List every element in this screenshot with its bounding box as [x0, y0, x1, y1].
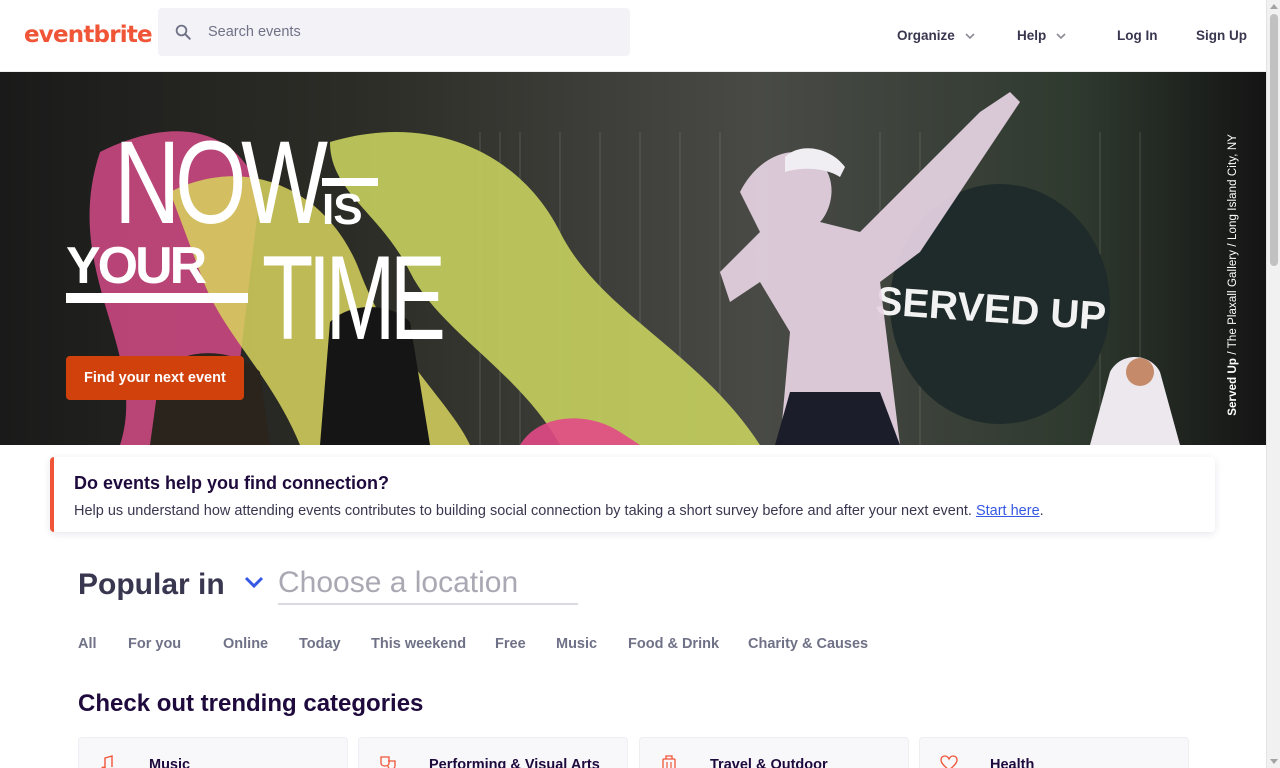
top-header: eventbrite Organize Help Log In Sign Up: [0, 0, 1266, 72]
nav-help[interactable]: Help: [1017, 28, 1066, 43]
category-card-music[interactable]: Music: [78, 737, 348, 768]
search-bar[interactable]: [158, 8, 630, 56]
page-scrollbar[interactable]: [1266, 0, 1280, 768]
category-card-performing-arts[interactable]: Performing & Visual Arts: [358, 737, 628, 768]
popular-in-label: Popular in: [78, 568, 225, 601]
chevron-down-icon[interactable]: [244, 574, 264, 590]
tab-charity-causes[interactable]: Charity & Causes: [748, 636, 868, 652]
search-icon: [175, 24, 191, 40]
login-link[interactable]: Log In: [1117, 28, 1158, 43]
hero-headline-is: IS: [322, 185, 363, 234]
tab-music[interactable]: Music: [556, 636, 597, 652]
survey-banner: Do events help you find connection? Help…: [50, 457, 1215, 532]
scroll-down-arrow[interactable]: [1270, 759, 1278, 764]
tab-this-weekend[interactable]: This weekend: [371, 636, 466, 652]
category-label: Performing & Visual Arts: [429, 757, 600, 768]
find-next-event-button[interactable]: Find your next event: [66, 356, 244, 400]
category-card-health[interactable]: Health: [919, 737, 1189, 768]
nav-organize[interactable]: Organize: [897, 28, 975, 43]
heart-icon: [940, 755, 958, 768]
location-input[interactable]: [278, 562, 578, 605]
category-label: Travel & Outdoor: [710, 757, 828, 768]
category-label: Health: [990, 757, 1035, 768]
hero-headline-underline: [66, 293, 248, 303]
hero-headline-your: YOUR: [66, 237, 207, 295]
tab-today[interactable]: Today: [299, 636, 341, 652]
survey-period: .: [1039, 503, 1044, 519]
hero-banner: SERVED UP NOW IS YOUR TIME Find your nex…: [0, 72, 1266, 445]
music-icon: [101, 755, 113, 768]
luggage-icon: [662, 755, 676, 768]
survey-text: Help us understand how attending events …: [74, 503, 1044, 519]
tab-all[interactable]: All: [78, 636, 97, 652]
tab-free[interactable]: Free: [495, 636, 526, 652]
photo-credit-event: Served Up: [1227, 357, 1239, 416]
nav-help-label: Help: [1017, 28, 1047, 43]
photo-credit: Served Up / The Plaxall Gallery / Long I…: [1227, 134, 1239, 416]
chevron-down-icon: [965, 32, 975, 39]
start-here-link[interactable]: Start here: [976, 503, 1040, 519]
theater-masks-icon: [380, 756, 396, 768]
category-card-travel-outdoor[interactable]: Travel & Outdoor: [639, 737, 909, 768]
survey-title: Do events help you find connection?: [74, 473, 390, 493]
chevron-down-icon: [1056, 32, 1066, 39]
eventbrite-logo[interactable]: eventbrite: [24, 22, 153, 48]
tab-online[interactable]: Online: [223, 636, 268, 652]
photo-credit-location: / The Plaxall Gallery / Long Island City…: [1227, 134, 1239, 358]
search-input[interactable]: [208, 8, 618, 56]
tab-for-you[interactable]: For you: [128, 636, 181, 652]
hero-headline-now: NOW: [114, 117, 328, 249]
signup-link[interactable]: Sign Up: [1196, 28, 1247, 43]
hero-headline-time: TIME: [262, 231, 446, 365]
trending-title: Check out trending categories: [78, 690, 424, 717]
scroll-up-arrow[interactable]: [1270, 4, 1278, 9]
tab-food-drink[interactable]: Food & Drink: [628, 636, 719, 652]
nav-organize-label: Organize: [897, 28, 955, 43]
survey-body: Help us understand how attending events …: [74, 503, 976, 519]
category-label: Music: [149, 757, 191, 768]
scroll-thumb[interactable]: [1270, 14, 1278, 266]
